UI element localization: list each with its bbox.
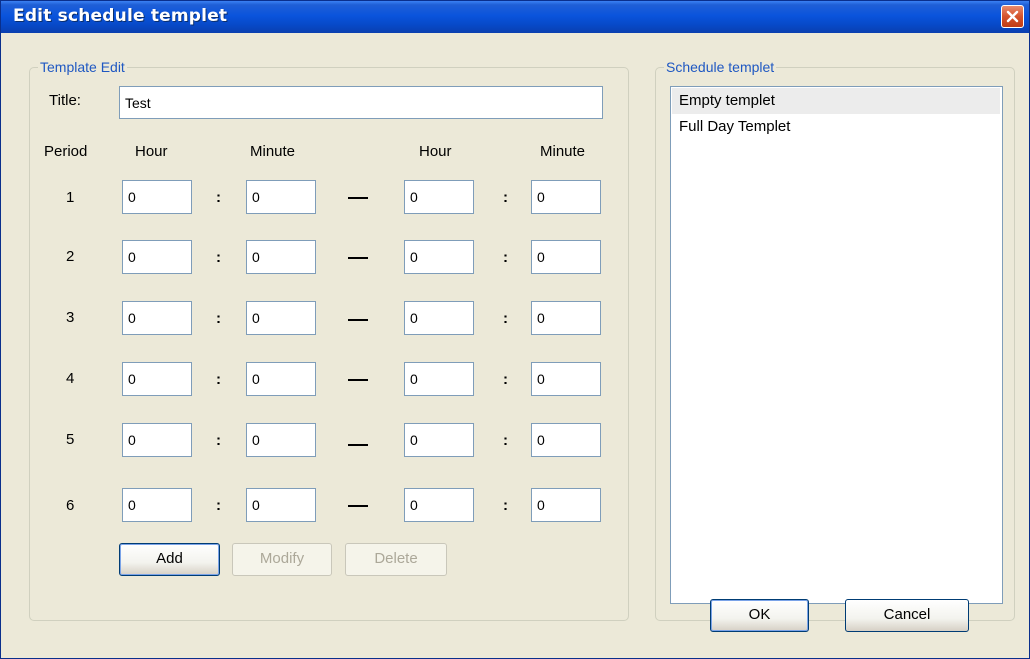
range-dash <box>348 257 368 259</box>
end-minute-field[interactable]: 0 <box>531 362 601 396</box>
end-minute-field[interactable]: 0 <box>531 423 601 457</box>
delete-button[interactable]: Delete <box>345 543 447 576</box>
period-header: Period <box>44 143 88 160</box>
ok-button[interactable]: OK <box>710 599 809 632</box>
window-title: Edit schedule templet <box>13 6 228 26</box>
range-dash <box>348 505 368 507</box>
time-separator: : <box>216 497 221 514</box>
period-number: 4 <box>66 370 75 387</box>
end-hour-field[interactable]: 0 <box>404 180 474 214</box>
close-button[interactable] <box>1001 5 1024 28</box>
modify-button[interactable]: Modify <box>232 543 332 576</box>
start-minute-header: Minute <box>250 143 296 160</box>
title-bar[interactable]: Edit schedule templet <box>1 1 1029 33</box>
end-hour-field[interactable]: 0 <box>404 488 474 522</box>
title-input[interactable]: Test <box>119 86 603 119</box>
end-minute-field[interactable]: 0 <box>531 240 601 274</box>
end-minute-field[interactable]: 0 <box>531 488 601 522</box>
time-separator: : <box>503 189 508 206</box>
start-hour-field[interactable]: 0 <box>122 180 192 214</box>
range-dash <box>348 379 368 381</box>
start-hour-field[interactable]: 0 <box>122 423 192 457</box>
range-dash <box>348 444 368 446</box>
end-hour-field[interactable]: 0 <box>404 423 474 457</box>
list-item-empty-templet[interactable]: Empty templet <box>672 88 1000 114</box>
time-separator: : <box>503 310 508 327</box>
start-hour-field[interactable]: 0 <box>122 362 192 396</box>
time-separator: : <box>216 249 221 266</box>
period-number: 2 <box>66 248 75 265</box>
start-minute-field[interactable]: 0 <box>246 301 316 335</box>
end-minute-field[interactable]: 0 <box>531 301 601 335</box>
schedule-templet-legend: Schedule templet <box>664 59 777 75</box>
end-hour-field[interactable]: 0 <box>404 362 474 396</box>
time-separator: : <box>503 497 508 514</box>
start-minute-field[interactable]: 0 <box>246 488 316 522</box>
title-label: Title: <box>49 92 81 109</box>
time-separator: : <box>503 249 508 266</box>
cancel-button[interactable]: Cancel <box>845 599 969 632</box>
start-hour-field[interactable]: 0 <box>122 240 192 274</box>
time-separator: : <box>503 371 508 388</box>
start-hour-header: Hour <box>135 143 168 160</box>
start-minute-field[interactable]: 0 <box>246 423 316 457</box>
dialog-window: Edit schedule templet Template Edit Titl… <box>0 0 1030 659</box>
period-number: 1 <box>66 189 75 206</box>
range-dash <box>348 319 368 321</box>
template-edit-legend: Template Edit <box>38 59 127 75</box>
period-number: 6 <box>66 497 75 514</box>
time-separator: : <box>216 310 221 327</box>
time-separator: : <box>216 189 221 206</box>
start-hour-field[interactable]: 0 <box>122 301 192 335</box>
template-edit-group: Template Edit <box>29 59 629 621</box>
range-dash <box>348 197 368 199</box>
end-minute-header: Minute <box>540 143 586 160</box>
start-minute-field[interactable]: 0 <box>246 362 316 396</box>
time-separator: : <box>503 432 508 449</box>
start-minute-field[interactable]: 0 <box>246 180 316 214</box>
list-item-full-day-templet[interactable]: Full Day Templet <box>672 114 1000 140</box>
period-number: 5 <box>66 431 75 448</box>
start-hour-field[interactable]: 0 <box>122 488 192 522</box>
dialog-client-area: Template Edit Title: Test Period Hour Mi… <box>5 33 1026 656</box>
end-minute-field[interactable]: 0 <box>531 180 601 214</box>
schedule-templet-list[interactable]: Empty templet Full Day Templet <box>670 86 1003 604</box>
add-button[interactable]: Add <box>119 543 220 576</box>
close-icon <box>1006 10 1019 23</box>
time-separator: : <box>216 371 221 388</box>
end-hour-field[interactable]: 0 <box>404 301 474 335</box>
period-number: 3 <box>66 309 75 326</box>
end-hour-header: Hour <box>419 143 452 160</box>
time-separator: : <box>216 432 221 449</box>
end-hour-field[interactable]: 0 <box>404 240 474 274</box>
start-minute-field[interactable]: 0 <box>246 240 316 274</box>
